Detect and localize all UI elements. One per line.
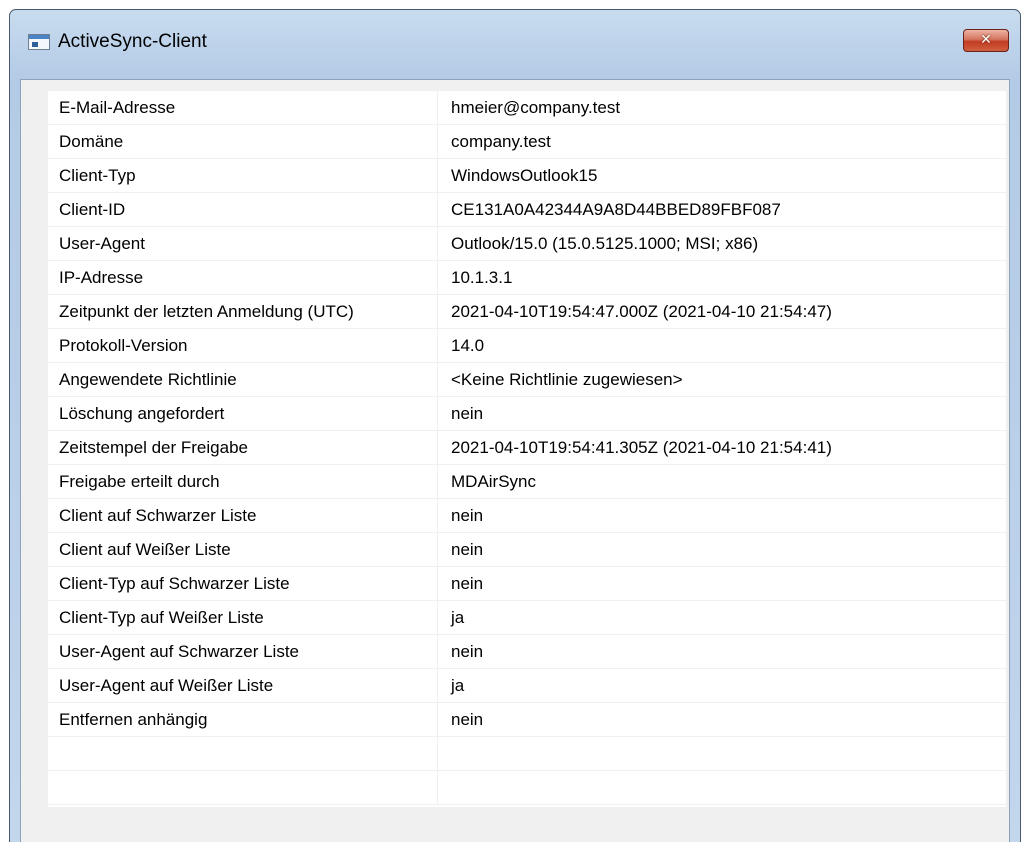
property-row[interactable]: Client-Typ WindowsOutlook15 [48,159,1006,193]
window-title: ActiveSync-Client [58,31,207,52]
property-row[interactable]: Zeitpunkt der letzten Anmeldung (UTC) 202… [48,295,1006,329]
property-name: Client auf Schwarzer Liste [48,499,438,532]
property-row[interactable]: Client auf Weißer Liste nein [48,533,1006,567]
property-value: nein [451,642,484,661]
property-row[interactable]: Domäne company.test [48,125,1006,159]
property-value: ja [451,608,465,627]
property-value: MDAirSync [451,472,537,491]
property-value: nein [451,574,484,593]
dialog-body: E-Mail-Adresse hmeier@company.test Domäne c… [20,79,1010,842]
close-icon: ✕ [980,32,992,48]
property-row[interactable]: User-Agent auf Schwarzer Liste nein [48,635,1006,669]
property-value: CE131A0A42344A9A8D44BBED89FBF087 [451,200,781,219]
property-value: WindowsOutlook15 [451,166,598,185]
property-value: Outlook/15.0 (15.0.5125.1000; MSI; x86) [451,234,759,253]
property-name: User-Agent auf Weißer Liste [48,669,438,702]
property-name: Protokoll-Version [48,329,438,362]
property-name: Freigabe erteilt durch [48,465,438,498]
property-value: hmeier@company.test [451,98,621,117]
property-row[interactable]: User-Agent Outlook/15.0 (15.0.5125.1000; … [48,227,1006,261]
property-name: Client-Typ auf Weißer Liste [48,601,438,634]
property-name: Angewendete Richtlinie [48,363,438,396]
property-row[interactable]: IP-Adresse 10.1.3.1 [48,261,1006,295]
property-value: 2021-04-10T19:54:41.305Z (2021-04-10 21:… [451,438,832,457]
property-value: ja [451,676,465,695]
property-row[interactable]: Angewendete Richtlinie <Keine Richtlinie … [48,363,1006,397]
property-value [439,771,1006,804]
property-name: Client-Typ [48,159,438,192]
property-name: IP-Adresse [48,261,438,294]
property-value: 2021-04-10T19:54:47.000Z (2021-04-10 21:… [451,302,832,321]
property-name: E-Mail-Adresse [48,91,438,124]
property-value [439,737,1006,770]
property-row[interactable]: Client-Typ auf Weißer Liste ja [48,601,1006,635]
property-row[interactable]: Client auf Schwarzer Liste nein [48,499,1006,533]
property-value: <Keine Richtlinie zugewiesen> [451,370,683,389]
property-row[interactable]: User-Agent auf Weißer Liste ja [48,669,1006,703]
property-value: nein [451,540,484,559]
property-name: Zeitpunkt der letzten Anmeldung (UTC) [48,295,438,328]
property-name: User-Agent auf Schwarzer Liste [48,635,438,668]
property-name: Client auf Weißer Liste [48,533,438,566]
property-name: Client-ID [48,193,438,226]
property-value: 14.0 [451,336,485,355]
property-value: company.test [451,132,551,151]
property-name [48,737,438,770]
property-row[interactable]: Freigabe erteilt durch MDAirSync [48,465,1006,499]
property-name: User-Agent [48,227,438,260]
title-bar[interactable]: ActiveSync-Client ✕ [10,10,1020,80]
window-app-icon [28,34,50,50]
property-name: Client-Typ auf Schwarzer Liste [48,567,438,600]
close-button[interactable]: ✕ [963,29,1009,52]
property-value: nein [451,710,484,729]
property-row[interactable]: Client-Typ auf Schwarzer Liste nein [48,567,1006,601]
property-name: Löschung angefordert [48,397,438,430]
property-value: 10.1.3.1 [451,268,513,287]
property-name: Entfernen anhängig [48,703,438,736]
property-row[interactable]: Protokoll-Version 14.0 [48,329,1006,363]
property-row[interactable]: E-Mail-Adresse hmeier@company.test [48,91,1006,125]
property-name [48,771,438,804]
property-value: nein [451,506,484,525]
property-row[interactable]: Entfernen anhängig nein [48,703,1006,737]
property-row[interactable] [48,771,1006,805]
property-name: Zeitstempel der Freigabe [48,431,438,464]
property-row[interactable]: Client-ID CE131A0A42344A9A8D44BBED89FBF08… [48,193,1006,227]
property-row[interactable]: Zeitstempel der Freigabe 2021-04-10T19:54… [48,431,1006,465]
property-value: nein [451,404,484,423]
property-row[interactable]: Löschung angefordert nein [48,397,1006,431]
property-name: Domäne [48,125,438,158]
property-row[interactable] [48,737,1006,771]
properties-list[interactable]: E-Mail-Adresse hmeier@company.test Domäne c… [48,91,1006,807]
activesync-client-window: ActiveSync-Client ✕ E-Mail-Adresse hmeier… [9,9,1021,842]
